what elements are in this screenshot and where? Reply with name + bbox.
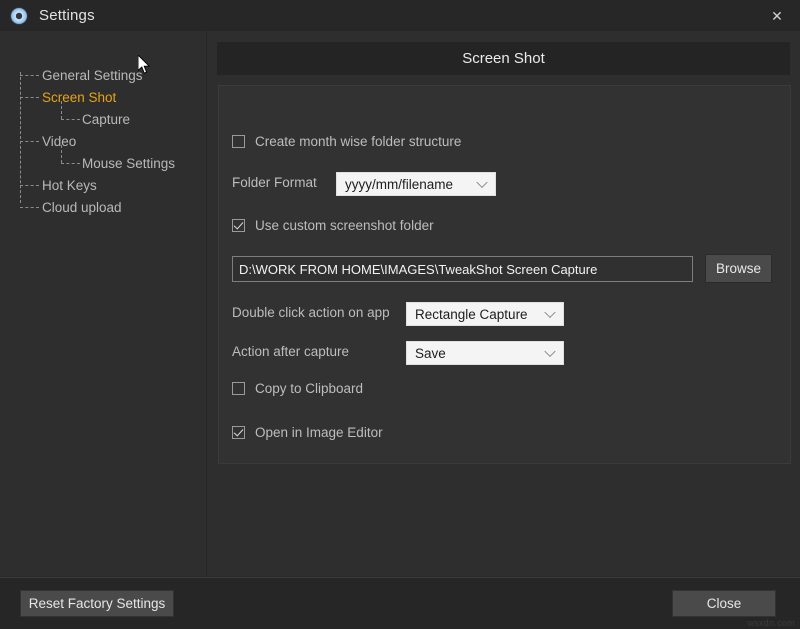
double-click-action-label: Double click action on app (232, 305, 390, 320)
reset-factory-settings-button[interactable]: Reset Factory Settings (20, 590, 174, 617)
open-in-image-editor-label: Open in Image Editor (255, 425, 383, 440)
action-after-capture-value: Save (415, 346, 446, 361)
tree-branch-icon (20, 185, 39, 186)
settings-tree: General Settings Screen Shot Capture Vid… (18, 64, 198, 218)
folder-format-select[interactable]: yyyy/mm/filename (336, 172, 496, 196)
tree-branch-icon (20, 207, 39, 208)
chevron-down-icon (544, 307, 555, 318)
footer-bar: Reset Factory Settings Close wsxdn.com (0, 577, 800, 629)
create-month-folder-checkbox[interactable] (232, 135, 245, 148)
tree-branch-icon (61, 119, 80, 120)
chevron-down-icon (476, 177, 487, 188)
page-title: Screen Shot (217, 42, 790, 75)
chevron-down-icon (544, 346, 555, 357)
browse-button[interactable]: Browse (705, 254, 772, 283)
tree-branch-icon (20, 75, 39, 76)
sidebar-item-cloud-upload[interactable]: Cloud upload (18, 196, 198, 218)
tree-branch-icon (20, 141, 39, 142)
use-custom-folder-checkbox-row[interactable]: Use custom screenshot folder (232, 218, 434, 233)
sidebar-item-screen-shot[interactable]: Screen Shot (18, 86, 198, 108)
tree-branch-vertical-icon (61, 145, 62, 163)
open-in-image-editor-checkbox-row[interactable]: Open in Image Editor (232, 425, 383, 440)
sidebar-item-hot-keys[interactable]: Hot Keys (18, 174, 198, 196)
folder-path-input[interactable]: D:\WORK FROM HOME\IMAGES\TweakShot Scree… (232, 256, 693, 282)
copy-to-clipboard-label: Copy to Clipboard (255, 381, 363, 396)
content-area: General Settings Screen Shot Capture Vid… (0, 31, 800, 576)
copy-to-clipboard-checkbox[interactable] (232, 382, 245, 395)
sidebar-item-capture[interactable]: Capture (18, 108, 198, 130)
tree-branch-icon (61, 163, 80, 164)
app-circle-icon (11, 8, 27, 24)
settings-panel: Screen Shot Create month wise folder str… (207, 31, 800, 576)
action-after-capture-label: Action after capture (232, 344, 349, 359)
use-custom-folder-label: Use custom screenshot folder (255, 218, 434, 233)
window-title: Settings (39, 7, 95, 24)
tree-branch-vertical-icon (61, 101, 62, 119)
sidebar: General Settings Screen Shot Capture Vid… (0, 31, 207, 576)
action-after-capture-select[interactable]: Save (406, 341, 564, 365)
use-custom-folder-checkbox[interactable] (232, 219, 245, 232)
double-click-action-value: Rectangle Capture (415, 307, 528, 322)
close-button[interactable]: Close (672, 590, 776, 617)
tree-branch-icon (20, 97, 39, 98)
sidebar-item-general-settings[interactable]: General Settings (18, 64, 198, 86)
watermark: wsxdn.com (747, 618, 795, 628)
settings-group-box: Create month wise folder structure Folde… (218, 85, 791, 464)
double-click-action-select[interactable]: Rectangle Capture (406, 302, 564, 326)
sidebar-item-video[interactable]: Video (18, 130, 198, 152)
open-in-image-editor-checkbox[interactable] (232, 426, 245, 439)
create-month-folder-label: Create month wise folder structure (255, 134, 461, 149)
folder-format-label: Folder Format (232, 175, 317, 190)
folder-format-value: yyyy/mm/filename (345, 177, 453, 192)
close-icon[interactable]: ✕ (754, 0, 800, 31)
sidebar-item-mouse-settings[interactable]: Mouse Settings (18, 152, 198, 174)
copy-to-clipboard-checkbox-row[interactable]: Copy to Clipboard (232, 381, 363, 396)
create-month-folder-checkbox-row[interactable]: Create month wise folder structure (232, 134, 461, 149)
title-bar: Settings ✕ (0, 0, 800, 32)
